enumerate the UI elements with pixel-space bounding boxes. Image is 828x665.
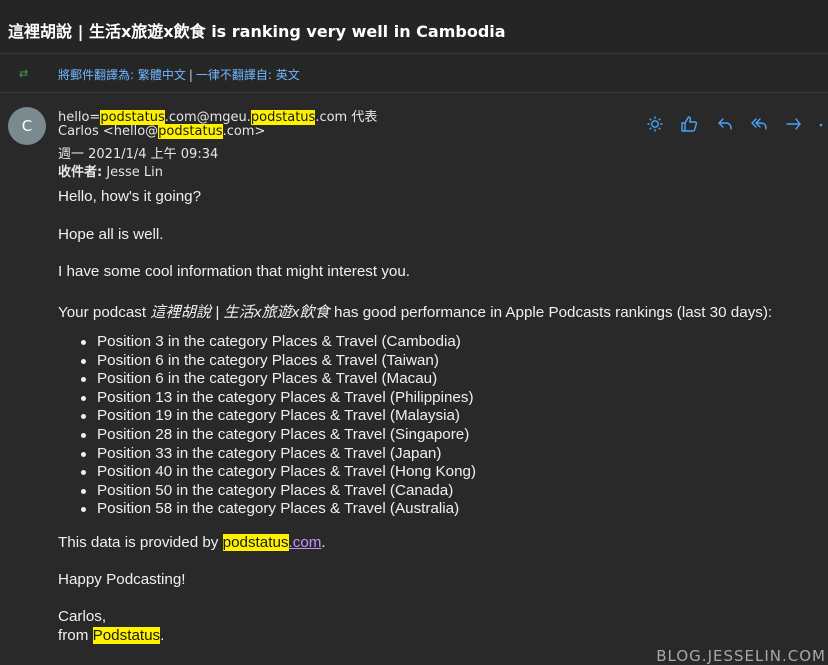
blog-watermark: BLOG.JESSELIN.COM (656, 647, 826, 665)
sent-date: 週一 2021/1/4 上午 09:34 (58, 147, 219, 162)
podcast-name: 這裡胡說 | 生活x旅遊x飲食 (150, 304, 330, 321)
sender-avatar[interactable]: C (8, 107, 46, 145)
translate-to-link[interactable]: 將郵件翻譯為: 繁體中文 (58, 68, 186, 82)
ranking-item: Position 13 in the category Places & Tra… (58, 389, 476, 408)
to-name[interactable]: Jesse Lin (102, 165, 163, 180)
sender-suffix: .com 代表 (315, 110, 378, 125)
forward-icon[interactable] (783, 113, 805, 135)
never-translate-lang: 英文 (275, 68, 300, 82)
from-suffix: .com> (222, 124, 266, 139)
from-highlight: podstatus (158, 124, 223, 139)
happy-line: Happy Podcasting! (58, 571, 186, 588)
translate-links: 將郵件翻譯為: 繁體中文 | 一律不翻譯自: 英文 (58, 66, 300, 83)
signature-from: from Podstatus. (58, 627, 164, 644)
ranking-item: Position 3 in the category Places & Trav… (58, 333, 476, 352)
provided-prefix: This data is provided by (58, 534, 223, 551)
ranking-item: Position 33 in the category Places & Tra… (58, 445, 476, 464)
perf-prefix: Your podcast (58, 304, 151, 321)
performance-line: Your podcast 這裡胡說 | 生活x旅遊x飲食 has good pe… (58, 300, 772, 322)
podstatus-link[interactable]: .com (289, 534, 322, 551)
thumbs-up-icon[interactable] (678, 113, 700, 135)
recipient-line: 收件者: Jesse Lin (58, 161, 163, 180)
sender-highlight-1: podstatus (100, 110, 165, 125)
sign-from: from (58, 627, 93, 644)
provided-line: This data is provided by podstatus.com. (58, 534, 326, 551)
ranking-item: Position 50 in the category Places & Tra… (58, 482, 476, 501)
ranking-item: Position 58 in the category Places & Tra… (58, 500, 476, 519)
sign-highlight: Podstatus (92, 627, 161, 644)
reply-all-icon[interactable] (748, 113, 770, 135)
perf-suffix: has good performance in Apple Podcasts r… (329, 304, 773, 321)
sign-suffix: . (160, 627, 165, 644)
never-translate-link[interactable]: 一律不翻譯自: 英文 (196, 68, 300, 82)
sun-icon[interactable] (644, 113, 666, 135)
sender-on-behalf[interactable]: hello=podstatus.com@mgeu.podstatus.com 代… (58, 106, 377, 125)
provided-highlight: podstatus (222, 534, 289, 551)
info-line: I have some cool information that might … (58, 263, 411, 280)
svg-text:⇄: ⇄ (19, 67, 28, 80)
rankings-list: Position 3 in the category Places & Trav… (58, 333, 476, 519)
translate-separator: | (188, 68, 193, 82)
more-icon[interactable] (812, 113, 826, 135)
ranking-item: Position 6 in the category Places & Trav… (58, 370, 476, 389)
hope-line: Hope all is well. (58, 226, 164, 243)
ranking-item: Position 40 in the category Places & Tra… (58, 463, 476, 482)
sender-highlight-2: podstatus (250, 110, 316, 125)
provided-suffix: . (321, 534, 326, 551)
ranking-item: Position 6 in the category Places & Trav… (58, 352, 476, 371)
sender-prefix: hello= (58, 110, 101, 125)
email-subject: 這裡胡說 | 生活x旅遊x飲食 is ranking very well in … (8, 22, 506, 41)
ranking-item: Position 28 in the category Places & Tra… (58, 426, 476, 445)
to-label: 收件者: (58, 165, 103, 180)
never-translate-prefix: 一律不翻譯自: (195, 68, 276, 82)
title-bar: 這裡胡說 | 生活x旅遊x飲食 is ranking very well in … (0, 0, 828, 54)
sender-mid: .com@mgeu. (164, 110, 251, 125)
sender-address[interactable]: Carlos <hello@podstatus.com> (58, 124, 265, 139)
from-prefix: Carlos <hello@ (58, 124, 159, 139)
greeting-line: Hello, how's it going? (58, 188, 202, 205)
translate-target-lang: 繁體中文 (137, 68, 186, 82)
signature-name: Carlos, (58, 608, 107, 625)
translate-icon: ⇄ (19, 66, 35, 80)
ranking-item: Position 19 in the category Places & Tra… (58, 407, 476, 426)
translate-prefix: 將郵件翻譯為: (58, 68, 138, 82)
reply-icon[interactable] (714, 113, 736, 135)
